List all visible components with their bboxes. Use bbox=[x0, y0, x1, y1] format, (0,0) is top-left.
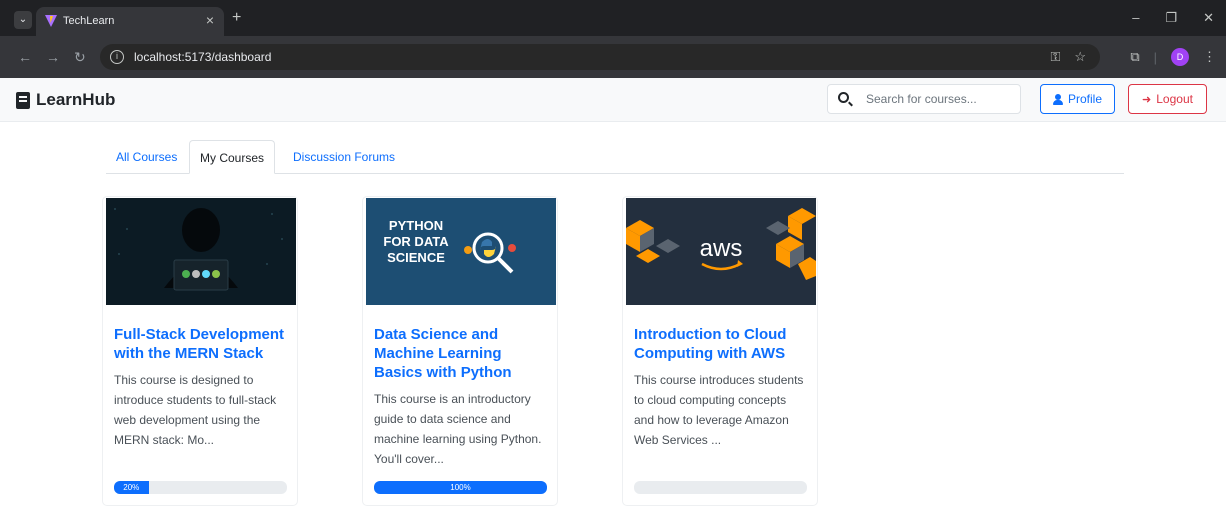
logout-button-label: Logout bbox=[1156, 92, 1193, 106]
profile-avatar[interactable]: D bbox=[1171, 48, 1189, 66]
course-card[interactable]: aws Introduction to Cloud Computing with… bbox=[622, 196, 818, 506]
brand[interactable]: LearnHub bbox=[16, 90, 115, 110]
close-tab-icon[interactable]: × bbox=[206, 12, 214, 28]
back-arrow-icon[interactable]: ← bbox=[18, 49, 32, 65]
progress-fill: 100% bbox=[374, 481, 547, 494]
site-info-icon[interactable]: i bbox=[110, 50, 124, 64]
course-description: This course introduces students to cloud… bbox=[634, 373, 804, 447]
key-icon[interactable]: ⚿ bbox=[1050, 49, 1060, 65]
python-image-text-1: PYTHON bbox=[389, 218, 443, 233]
minimize-icon[interactable]: – bbox=[1132, 10, 1139, 26]
tab-search-icon[interactable]: ⌄ bbox=[14, 11, 32, 29]
bookmark-star-icon[interactable]: ☆ bbox=[1074, 49, 1086, 65]
sign-out-icon: ➜ bbox=[1142, 93, 1152, 106]
new-tab-icon[interactable]: + bbox=[232, 9, 241, 27]
url-text[interactable]: localhost:5173/dashboard bbox=[134, 50, 271, 64]
tab-discussion-forums[interactable]: Discussion Forums bbox=[283, 140, 405, 174]
profile-button[interactable]: Profile bbox=[1040, 84, 1115, 114]
course-title[interactable]: Introduction to Cloud Computing with AWS bbox=[634, 325, 812, 363]
extensions-area: ⧉ | D ⋮ bbox=[1130, 48, 1216, 66]
browser-menu-icon[interactable]: ⋮ bbox=[1203, 49, 1216, 65]
course-card[interactable]: PYTHON FOR DATA SCIENCE Data Science and… bbox=[362, 196, 558, 506]
browser-tab-bar: ⌄ TechLearn × + – ❐ ✕ bbox=[0, 0, 1226, 36]
aws-course-image: aws bbox=[626, 198, 816, 305]
logout-button[interactable]: ➜ Logout bbox=[1128, 84, 1207, 114]
course-description: This course is an introductory guide to … bbox=[374, 392, 542, 466]
course-description: This course is designed to introduce stu… bbox=[114, 373, 277, 447]
vite-favicon-icon bbox=[45, 15, 57, 27]
brand-name: LearnHub bbox=[36, 90, 116, 109]
app-navbar: LearnHub Profile ➜ Logout bbox=[0, 78, 1226, 122]
course-tabs: All Courses My Courses Discussion Forums bbox=[106, 140, 1124, 174]
extensions-icon[interactable]: ⧉ bbox=[1130, 49, 1139, 65]
search-icon bbox=[838, 92, 849, 103]
python-image-text-3: SCIENCE bbox=[387, 250, 445, 265]
reload-icon[interactable]: ↻ bbox=[74, 49, 86, 66]
course-card[interactable]: Full-Stack Development with the MERN Sta… bbox=[102, 196, 298, 506]
python-course-image: PYTHON FOR DATA SCIENCE bbox=[366, 198, 556, 305]
toolbar-divider: | bbox=[1153, 49, 1157, 65]
progress-bar: 20% bbox=[114, 481, 287, 494]
book-icon bbox=[16, 91, 30, 109]
search-box bbox=[827, 84, 1021, 114]
progress-bar bbox=[634, 481, 807, 494]
browser-tab[interactable]: TechLearn × bbox=[36, 7, 224, 36]
restore-icon[interactable]: ❐ bbox=[1165, 10, 1177, 26]
close-window-icon[interactable]: ✕ bbox=[1203, 10, 1214, 26]
profile-button-label: Profile bbox=[1067, 92, 1102, 106]
aws-logo-text: aws bbox=[700, 235, 743, 262]
tab-all-courses[interactable]: All Courses bbox=[106, 140, 187, 174]
course-title[interactable]: Data Science and Machine Learning Basics… bbox=[374, 325, 552, 382]
search-input[interactable] bbox=[866, 90, 1016, 108]
window-controls: – ❐ ✕ bbox=[1132, 10, 1214, 26]
progress-fill: 20% bbox=[114, 481, 149, 494]
course-title[interactable]: Full-Stack Development with the MERN Sta… bbox=[114, 325, 292, 363]
address-bar-actions: ⚿ ☆ bbox=[1050, 49, 1086, 65]
browser-toolbar: ← → ↻ i localhost:5173/dashboard ⚿ ☆ ⧉ |… bbox=[0, 36, 1226, 78]
forward-arrow-icon[interactable]: → bbox=[46, 49, 60, 65]
address-bar[interactable]: i localhost:5173/dashboard ⚿ ☆ bbox=[100, 44, 1100, 70]
tab-my-courses[interactable]: My Courses bbox=[189, 140, 276, 174]
mern-course-image bbox=[106, 198, 296, 305]
browser-tab-title: TechLearn bbox=[63, 15, 115, 27]
progress-bar: 100% bbox=[374, 481, 547, 494]
user-icon bbox=[1052, 93, 1063, 105]
python-image-text-2: FOR DATA bbox=[383, 234, 449, 249]
